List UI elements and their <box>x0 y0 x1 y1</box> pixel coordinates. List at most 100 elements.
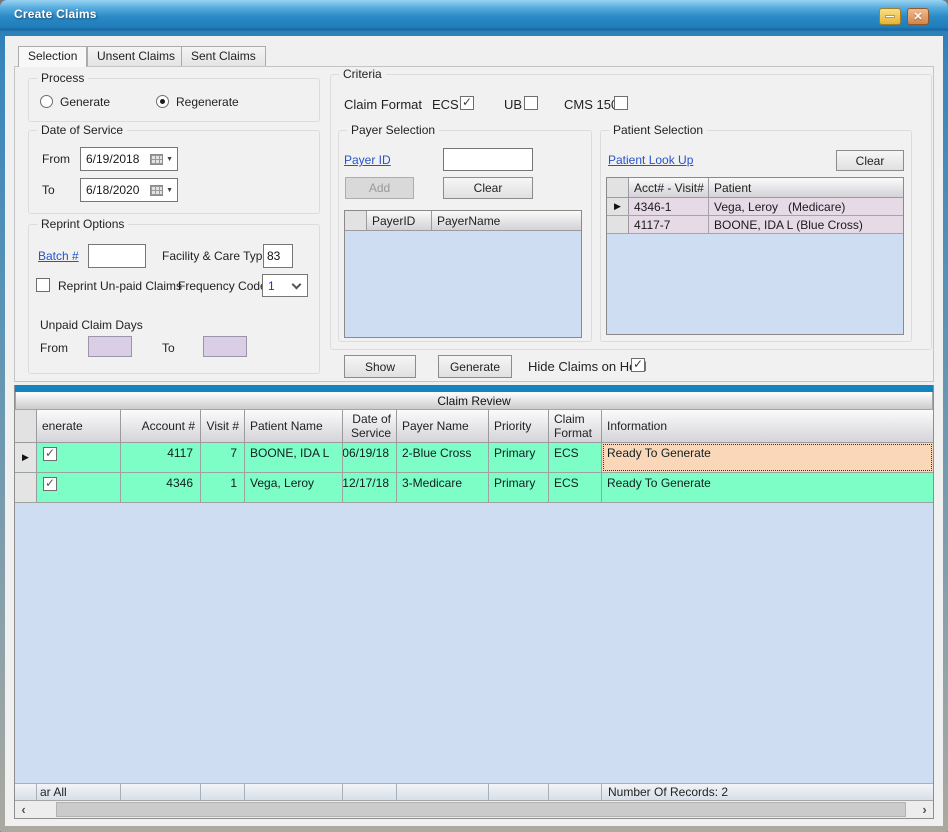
row-selector: ▶ <box>15 443 37 472</box>
reprint-unpaid-checkbox[interactable] <box>36 278 50 292</box>
batch-number-input[interactable] <box>88 244 146 268</box>
col-header-priority[interactable]: Priority <box>489 410 549 442</box>
tab-unsent-claims-label: Unsent Claims <box>97 49 175 63</box>
clear-all-button-clipped[interactable]: ar All <box>37 784 121 800</box>
footer-cell <box>549 784 602 800</box>
title-bar[interactable]: Create Claims ✕ <box>0 0 948 31</box>
claim-format-cell: ECS <box>549 443 602 472</box>
generate-cell[interactable] <box>37 473 121 502</box>
dos-from-value: 6/19/2018 <box>81 152 150 166</box>
visit-cell: 1 <box>201 473 245 502</box>
generate-radio[interactable] <box>40 95 53 108</box>
patient-acct-visit: 4346-1 <box>629 198 709 215</box>
regenerate-radio[interactable] <box>156 95 169 108</box>
payer-id-link[interactable]: Payer ID <box>344 153 391 167</box>
unpaid-to-input[interactable] <box>203 336 247 357</box>
record-count-label: Number Of Records: 2 <box>602 784 933 800</box>
frequency-code-select[interactable]: 1 <box>262 274 308 297</box>
col-header-payer-name[interactable]: Payer Name <box>397 410 489 442</box>
footer-cell <box>15 784 37 800</box>
col-header-claim-format[interactable]: ClaimFormat <box>549 410 602 442</box>
patient-row[interactable]: ▶ 4346-1 Vega, Leroy (Medicare) <box>607 198 903 216</box>
payer-grid-col-payername: PayerName <box>432 211 581 230</box>
generate-cell[interactable] <box>37 443 121 472</box>
ub-checkbox[interactable] <box>524 96 538 110</box>
payer-selection-legend: Payer Selection <box>347 123 439 137</box>
ub-label: UB <box>504 97 522 112</box>
payer-grid-header: PayerID PayerName <box>345 211 581 231</box>
patient-name-cell: Vega, Leroy <box>245 473 343 502</box>
ecs-checkbox[interactable] <box>460 96 474 110</box>
cms1500-checkbox[interactable] <box>614 96 628 110</box>
dos-to-value: 6/18/2020 <box>81 183 150 197</box>
patient-row[interactable]: 4117-7 BOONE, IDA L (Blue Cross) <box>607 216 903 234</box>
date-of-service-legend: Date of Service <box>37 123 127 137</box>
patient-grid[interactable]: Acct# - Visit# Patient ▶ 4346-1 Vega, Le… <box>606 177 904 335</box>
minimize-button[interactable] <box>879 8 901 25</box>
calendar-icon <box>150 185 163 196</box>
patient-clear-label: Clear <box>856 154 885 168</box>
col-header-date-of-service[interactable]: Date ofService <box>343 410 397 442</box>
col-header-account[interactable]: Account # <box>121 410 201 442</box>
footer-cell <box>489 784 549 800</box>
chevron-down-icon[interactable]: ▼ <box>166 187 173 194</box>
footer-cell <box>121 784 201 800</box>
hide-claims-on-hold-checkbox[interactable] <box>631 358 645 372</box>
col-header-visit[interactable]: Visit # <box>201 410 245 442</box>
payer-name-cell: 3-Medicare <box>397 473 489 502</box>
col-header-information[interactable]: Information <box>602 410 933 442</box>
batch-number-link[interactable]: Batch # <box>38 249 79 263</box>
patient-lookup-link[interactable]: Patient Look Up <box>608 153 693 167</box>
priority-cell: Primary <box>489 443 549 472</box>
claim-review-title: Claim Review <box>437 394 510 408</box>
payer-grid[interactable]: PayerID PayerName <box>344 210 582 338</box>
frequency-code-value: 1 <box>263 279 293 293</box>
header-selector-cell <box>15 410 37 442</box>
payer-clear-button[interactable]: Clear <box>443 177 533 199</box>
tab-sent-claims[interactable]: Sent Claims <box>181 46 266 66</box>
generate-button[interactable]: Generate <box>438 355 512 378</box>
claim-row[interactable]: ▶ 4117 7 BOONE, IDA L 06/19/18 2-Blue Cr… <box>15 443 933 473</box>
col-header-generate[interactable]: enerate <box>37 410 121 442</box>
tab-unsent-claims[interactable]: Unsent Claims <box>87 46 185 66</box>
date-of-service-cell: 06/19/18 <box>343 443 397 472</box>
close-button[interactable]: ✕ <box>907 8 929 25</box>
show-button-label: Show <box>365 360 395 374</box>
scroll-left-arrow[interactable]: ‹ <box>15 801 32 818</box>
payer-grid-col-payerid: PayerID <box>367 211 432 230</box>
horizontal-scrollbar[interactable]: ‹ › <box>15 800 933 818</box>
show-button[interactable]: Show <box>344 355 416 378</box>
footer-cell <box>245 784 343 800</box>
account-cell: 4117 <box>121 443 201 472</box>
row-selector <box>15 473 37 502</box>
claim-format-label: Claim Format <box>344 97 422 112</box>
scroll-right-arrow[interactable]: › <box>916 801 933 818</box>
payer-id-input[interactable] <box>443 148 533 171</box>
payer-add-button[interactable]: Add <box>345 177 414 199</box>
frequency-code-label: Frequency Code <box>178 279 267 293</box>
claim-row[interactable]: 4346 1 Vega, Leroy 12/17/18 3-Medicare P… <box>15 473 933 503</box>
grid-empty-area <box>15 503 933 783</box>
payer-grid-selector-header <box>345 211 367 230</box>
col-header-patient-name[interactable]: Patient Name <box>245 410 343 442</box>
row-selector <box>607 216 629 233</box>
generate-button-label: Generate <box>450 360 500 374</box>
claim-format-cell: ECS <box>549 473 602 502</box>
facility-care-type-input[interactable] <box>263 244 293 268</box>
information-cell[interactable]: Ready To Generate <box>602 443 933 472</box>
generate-checkbox[interactable] <box>43 447 57 461</box>
unpaid-from-input[interactable] <box>88 336 132 357</box>
dos-from-datepicker[interactable]: 6/19/2018 ▼ <box>80 147 178 171</box>
patient-clear-button[interactable]: Clear <box>836 150 904 171</box>
dos-to-label: To <box>42 183 55 197</box>
hide-claims-on-hold-label: Hide Claims on Hold <box>528 359 647 374</box>
scrollbar-thumb[interactable] <box>56 802 906 817</box>
footer-cell <box>343 784 397 800</box>
dos-to-datepicker[interactable]: 6/18/2020 ▼ <box>80 178 178 202</box>
patient-grid-selector-header <box>607 178 629 197</box>
reprint-unpaid-label: Reprint Un-paid Claims <box>58 279 182 293</box>
chevron-down-icon[interactable]: ▼ <box>166 156 173 163</box>
generate-checkbox[interactable] <box>43 477 57 491</box>
payer-add-label: Add <box>369 181 390 195</box>
tab-selection[interactable]: Selection <box>18 46 87 67</box>
